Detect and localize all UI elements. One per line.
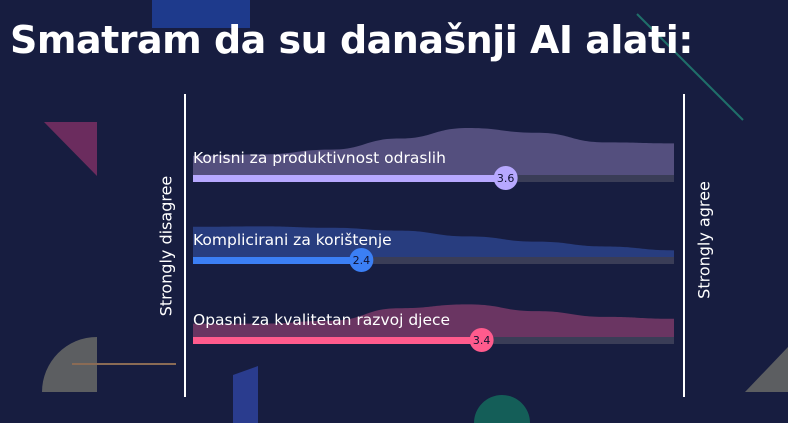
value-label: 2.4	[353, 254, 371, 267]
row-label: Korisni za produktivnost odraslih	[193, 149, 446, 167]
value-bar	[193, 257, 362, 264]
value-label: 3.6	[497, 172, 515, 185]
row-label: Opasni za kvalitetan razvoj djece	[193, 311, 450, 329]
row-label: Komplicirani za korištenje	[193, 231, 392, 249]
rating-chart: Korisni za produktivnost odraslih 3.6 Komp…	[193, 128, 674, 352]
value-label: 3.4	[473, 334, 491, 347]
value-bar	[193, 175, 506, 182]
value-bar	[193, 337, 482, 344]
